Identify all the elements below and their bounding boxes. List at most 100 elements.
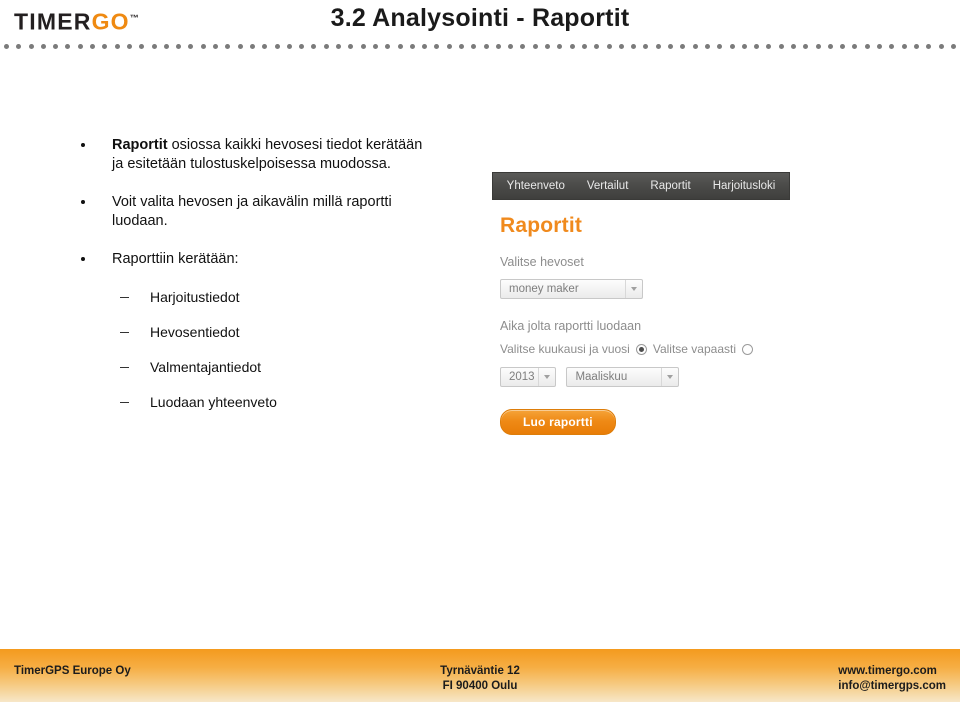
footer-website: www.timergo.com xyxy=(838,665,937,677)
divider-dot xyxy=(65,43,71,49)
footer-address-line1: Tyrnäväntie 12 xyxy=(440,665,520,677)
divider-dot xyxy=(348,43,354,49)
divider-dot xyxy=(28,43,34,49)
divider-dot xyxy=(532,43,538,49)
radio-month-year[interactable] xyxy=(635,343,647,355)
divider-dot xyxy=(311,43,317,49)
horse-select[interactable]: money maker xyxy=(500,279,643,299)
divider-dot xyxy=(249,43,255,49)
divider-dot xyxy=(569,43,575,49)
sub-bullet-label: Valmentajantiedot xyxy=(150,359,262,375)
month-select-value: Maaliskuu xyxy=(575,371,628,383)
tab-raportit[interactable]: Raportit xyxy=(650,179,690,193)
divider-dot xyxy=(581,43,587,49)
chevron-down-icon xyxy=(538,368,555,386)
divider-dot xyxy=(274,43,280,49)
divider-dot xyxy=(840,43,846,49)
page-title: 3.2 Analysointi - Raportit xyxy=(330,4,630,32)
divider-dot xyxy=(754,43,760,49)
divider-dot xyxy=(40,43,46,49)
divider-dot xyxy=(483,43,489,49)
time-mode-radio-group: Valitse kuukausi ja vuosi Valitse vapaas… xyxy=(500,342,792,356)
divider-dot xyxy=(680,43,686,49)
app-tab-bar: Yhteenveto Vertailut Raportit Harjoitusl… xyxy=(492,172,790,200)
divider-dot xyxy=(90,43,96,49)
divider-dot xyxy=(126,43,132,49)
divider-dot xyxy=(188,43,194,49)
chevron-down-icon xyxy=(625,280,642,298)
divider-dot xyxy=(176,43,182,49)
divider-dot xyxy=(385,43,391,49)
footer-address-line2: FI 90400 Oulu xyxy=(442,680,518,692)
divider-dot xyxy=(16,43,22,49)
sub-bullet-item: Luodaan yhteenveto xyxy=(70,393,430,411)
divider-dot xyxy=(741,43,747,49)
divider-dot xyxy=(864,43,870,49)
divider-dot xyxy=(889,43,895,49)
tab-harjoitusloki[interactable]: Harjoitusloki xyxy=(713,179,776,193)
app-screenshot: Yhteenveto Vertailut Raportit Harjoitusl… xyxy=(492,172,792,435)
date-select-row: 2013 Maaliskuu xyxy=(500,367,792,387)
divider-dot xyxy=(397,43,403,49)
footer-email: info@timergps.com xyxy=(838,680,946,692)
divider-dot xyxy=(286,43,292,49)
time-range-label: Aika jolta raportti luodaan xyxy=(500,319,642,333)
divider-dot xyxy=(262,43,268,49)
divider-dot xyxy=(495,43,501,49)
tab-vertailut[interactable]: Vertailut xyxy=(587,179,629,193)
divider-dot xyxy=(225,43,231,49)
divider-dot xyxy=(200,43,206,49)
divider-dot xyxy=(4,43,9,49)
divider-dot xyxy=(877,43,883,49)
sub-bullet-label: Luodaan yhteenveto xyxy=(150,394,277,410)
horse-select-label: Valitse hevoset xyxy=(500,255,584,269)
divider-dot xyxy=(729,43,735,49)
divider-dot xyxy=(606,43,612,49)
divider-dot xyxy=(471,43,477,49)
divider-dot xyxy=(950,43,956,49)
radio-label-free: Valitse vapaasti xyxy=(652,342,736,356)
slide-footer: TimerGPS Europe Oy Tyrnäväntie 12 FI 904… xyxy=(0,649,960,702)
divider-dot xyxy=(151,43,157,49)
divider-dot xyxy=(299,43,305,49)
divider-dot xyxy=(926,43,932,49)
divider-dot xyxy=(852,43,858,49)
tab-yhteenveto[interactable]: Yhteenveto xyxy=(507,179,565,193)
divider-dot xyxy=(827,43,833,49)
divider-dot xyxy=(360,43,366,49)
bullet-item: Voit valita hevosen ja aikavälin millä r… xyxy=(70,193,430,231)
radio-label-month-year: Valitse kuukausi ja vuosi xyxy=(500,342,630,356)
divider-dot xyxy=(77,43,83,49)
month-select[interactable]: Maaliskuu xyxy=(566,367,680,387)
divider-dot xyxy=(409,43,415,49)
sub-bullet-label: Harjoitustiedot xyxy=(150,289,240,305)
year-select[interactable]: 2013 xyxy=(500,367,556,387)
sub-bullet-item: Valmentajantiedot xyxy=(70,358,430,376)
bullet-item-bold: Raportit xyxy=(112,137,168,153)
divider-dot xyxy=(631,43,637,49)
sub-bullet-label: Hevosentiedot xyxy=(150,324,240,340)
divider-dot xyxy=(372,43,378,49)
divider-dot xyxy=(434,43,440,49)
divider-dot xyxy=(139,43,145,49)
divider-dot xyxy=(778,43,784,49)
radio-free[interactable] xyxy=(742,343,753,355)
divider-dot xyxy=(336,43,342,49)
divider-dot xyxy=(766,43,772,49)
slide-header: TIMERGO™ 3.2 Analysointi - Raportit xyxy=(0,0,960,46)
divider-dot xyxy=(618,43,624,49)
divider-dot xyxy=(114,43,120,49)
divider-dot xyxy=(692,43,698,49)
sub-bullet-item: Hevosentiedot xyxy=(70,323,430,341)
bullet-content: Raportit osiossa kaikki hevosesi tiedot … xyxy=(70,136,430,428)
create-report-button[interactable]: Luo raportti xyxy=(500,409,616,435)
divider-dot xyxy=(213,43,219,49)
divider-dot xyxy=(458,43,464,49)
divider-dot xyxy=(102,43,108,49)
divider-dot xyxy=(901,43,907,49)
divider-dot xyxy=(704,43,710,49)
bullet-item: Raportit osiossa kaikki hevosesi tiedot … xyxy=(70,136,430,174)
bullet-item-text: Voit valita hevosen ja aikavälin millä r… xyxy=(112,194,392,229)
divider-dot xyxy=(446,43,452,49)
divider-dot xyxy=(422,43,428,49)
